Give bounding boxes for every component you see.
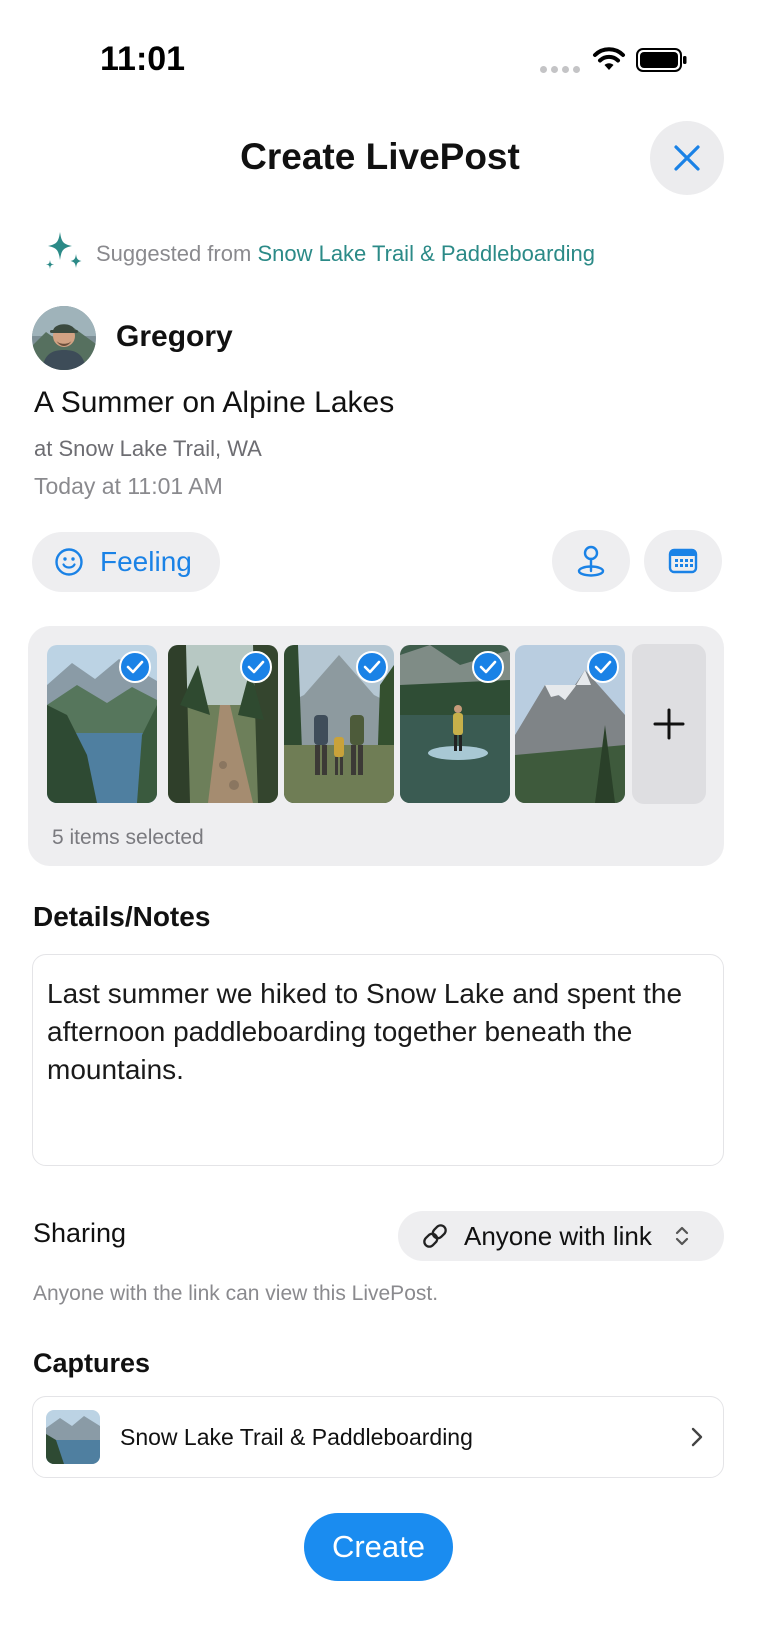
- avatar: [32, 306, 96, 370]
- feeling-label: Feeling: [100, 546, 192, 577]
- photo-thumbnail-alpine-lake[interactable]: [47, 645, 157, 803]
- details-heading: Details/Notes: [33, 901, 211, 932]
- sharing-hint: Anyone with the link can view this LiveP…: [33, 1282, 439, 1305]
- selected-check-icon: [119, 651, 151, 683]
- chevron-up-down-icon: [675, 1226, 688, 1246]
- wifi-icon: [593, 47, 625, 70]
- add-date-button[interactable]: [644, 530, 722, 592]
- post-timestamp: Today at 11:01 AM: [34, 473, 223, 499]
- selected-check-icon: [240, 651, 272, 683]
- calendar-icon: [668, 548, 698, 574]
- notes-textarea[interactable]: Last summer we hiked to Snow Lake and sp…: [32, 954, 724, 1166]
- selected-count: 5 items selected: [52, 826, 204, 849]
- close-button[interactable]: [650, 121, 724, 195]
- capture-label: Snow Lake Trail & Paddleboarding: [120, 1423, 473, 1450]
- feeling-button[interactable]: Feeling: [32, 532, 220, 592]
- cellular-signal-icon: [540, 66, 580, 73]
- add-location-button[interactable]: [552, 530, 630, 592]
- photo-thumbnail-family-hike[interactable]: [284, 645, 394, 803]
- plus-icon: [653, 708, 685, 740]
- capture-item[interactable]: Snow Lake Trail & Paddleboarding: [32, 1396, 724, 1478]
- photo-thumbnail-forest-trail[interactable]: [168, 645, 278, 803]
- link-icon: [423, 1224, 447, 1248]
- post-title[interactable]: A Summer on Alpine Lakes: [34, 386, 394, 420]
- battery-icon: [636, 48, 687, 72]
- suggestion-prefix: Suggested from: [96, 241, 252, 266]
- status-time: 11:01: [100, 40, 186, 78]
- suggestion-source-link[interactable]: Snow Lake Trail & Paddleboarding: [257, 241, 595, 266]
- sparkle-icon: [46, 232, 82, 269]
- author-name: Gregory: [116, 320, 233, 353]
- sharing-select[interactable]: Anyone with link: [398, 1211, 724, 1261]
- selected-check-icon: [356, 651, 388, 683]
- add-photo-button[interactable]: [632, 644, 706, 804]
- notes-text: Last summer we hiked to Snow Lake and sp…: [47, 978, 683, 1085]
- suggestion-text: Suggested from Snow Lake Trail & Paddleb…: [96, 241, 595, 267]
- close-icon: [674, 145, 700, 171]
- location-pin-icon: [577, 545, 605, 577]
- selected-check-icon: [587, 651, 619, 683]
- photo-thumbnail-mountain-peak[interactable]: [515, 645, 625, 803]
- sharing-value: Anyone with link: [464, 1220, 652, 1251]
- sharing-label: Sharing: [33, 1218, 127, 1248]
- page-title: Create LivePost: [240, 136, 520, 177]
- create-button-label: Create: [331, 1529, 426, 1564]
- post-location: at Snow Lake Trail, WA: [34, 436, 262, 461]
- selected-check-icon: [472, 651, 504, 683]
- create-button[interactable]: Create: [304, 1513, 453, 1581]
- chevron-right-icon: [691, 1427, 703, 1447]
- photo-thumbnail-paddleboard[interactable]: [400, 645, 510, 803]
- captures-heading: Captures: [33, 1348, 151, 1378]
- smiley-icon: [55, 548, 83, 576]
- capture-thumbnail: [46, 1410, 100, 1464]
